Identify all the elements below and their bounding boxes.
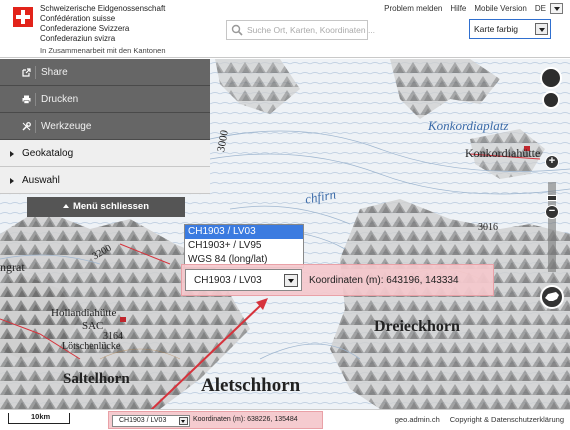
switzerland-icon: [545, 292, 559, 301]
footer-coordinates-readout: Koordinaten (m): 638226, 135484: [193, 416, 298, 423]
search-icon: [231, 24, 243, 36]
confederation-name-fr: Confédération suisse: [40, 14, 116, 23]
coordinates-readout: Koordinaten (m): 643196, 143334: [309, 275, 459, 286]
help-link[interactable]: Hilfe: [450, 4, 466, 13]
scale-bar: 10km: [8, 412, 70, 424]
hut-marker: [120, 317, 126, 322]
menu-section-label: Geokatalog: [22, 148, 74, 159]
confederation-name-de: Schweizerische Eidgenossenschaft: [40, 4, 166, 13]
menu-item-label: Werkzeuge: [41, 121, 92, 132]
background-layer-select[interactable]: Karte farbig: [469, 19, 551, 39]
footer: 10km CH1903 / LV03 Koordinaten (m): 6382…: [0, 409, 570, 430]
geolocation-button[interactable]: [542, 91, 560, 109]
menu-item-tools[interactable]: Werkzeuge: [0, 113, 210, 140]
chevron-down-icon: [284, 274, 298, 287]
map-label-saltelhorn: Saltelhorn: [63, 371, 130, 387]
map-label-aletschhorn: Aletschhorn: [201, 375, 301, 396]
chevron-right-icon: [10, 151, 14, 157]
menu-item-print[interactable]: Drucken: [0, 86, 210, 113]
header-subtitle: In Zusammenarbeit mit den Kantonen: [40, 46, 166, 55]
swiss-cross-logo[interactable]: [13, 7, 33, 27]
print-icon: [22, 95, 31, 104]
menu-item-share[interactable]: Share: [0, 59, 210, 86]
close-menu-label: Menü schliessen: [72, 201, 150, 212]
menu-section-label: Auswahl: [22, 175, 60, 186]
language-label[interactable]: DE: [535, 4, 546, 13]
header: Schweizerische Eidgenossenschaft Confédé…: [0, 0, 570, 58]
chevron-right-icon: [10, 178, 14, 184]
search-input[interactable]: Suche Ort, Karten, Koordinaten ...: [226, 20, 375, 40]
mobile-version-link[interactable]: Mobile Version: [474, 4, 526, 13]
copyright-link[interactable]: Copyright & Datenschutzerklärung: [450, 415, 564, 424]
side-menu: Share Drucken Werkzeuge Geokatalog Auswa…: [0, 59, 210, 217]
zoom-in-button[interactable]: +: [545, 155, 559, 169]
confederation-name-it: Confederazione Svizzera: [40, 24, 130, 33]
map-label-hollandia-2: SAC: [82, 320, 104, 332]
zoom-out-button[interactable]: −: [545, 205, 559, 219]
map-label-konkordiahutte: Konkordiahütte: [465, 146, 541, 160]
projection-select[interactable]: CH1903 / LV03: [185, 269, 302, 291]
projection-option[interactable]: CH1903+ / LV95: [185, 239, 303, 253]
map-label-konkordiaplatz: Konkordiaplatz: [428, 118, 509, 133]
map-label-ngrat: ngrat: [0, 260, 25, 274]
close-menu-button[interactable]: Menü schliessen: [27, 197, 185, 217]
confederation-name-rm: Confederaziun svizra: [40, 34, 116, 43]
menu-item-label: Share: [41, 67, 68, 78]
tools-icon: [22, 122, 31, 131]
chevron-up-icon: [62, 204, 69, 209]
map-label-hollandia-1: Hollandiahütte: [51, 307, 117, 319]
chevron-down-icon: [535, 23, 548, 35]
projection-select-value: CH1903 / LV03: [194, 275, 262, 286]
chevron-down-icon: [179, 417, 188, 425]
report-problem-link[interactable]: Problem melden: [384, 4, 442, 13]
coordinates-panel: CH1903 / LV03 Koordinaten (m): 643196, 1…: [181, 264, 494, 296]
footer-coordinates-panel: CH1903 / LV03 Koordinaten (m): 638226, 1…: [108, 411, 323, 429]
compass-button[interactable]: [540, 67, 562, 89]
footer-projection-value: CH1903 / LV03: [119, 417, 167, 424]
zoom-slider-handle[interactable]: [547, 195, 557, 201]
menu-section-geokatalog[interactable]: Geokatalog: [0, 140, 210, 167]
map-label-dreieckhorn: Dreieckhorn: [374, 318, 460, 335]
map-label-lotschenlucke: Lötschenlücke: [62, 341, 121, 352]
menu-item-label: Drucken: [41, 94, 79, 105]
projection-option[interactable]: CH1903 / LV03: [185, 225, 303, 239]
share-icon: [22, 68, 31, 77]
search-placeholder: Suche Ort, Karten, Koordinaten ...: [247, 25, 376, 35]
domain-link[interactable]: geo.admin.ch: [395, 415, 440, 424]
footer-projection-select[interactable]: CH1903 / LV03: [112, 415, 190, 427]
confederation-names: Schweizerische Eidgenossenschaft Confédé…: [40, 4, 165, 44]
menu-section-auswahl[interactable]: Auswahl: [0, 167, 210, 194]
map-label-elev-3016: 3016: [478, 222, 498, 233]
background-layer-value: Karte farbig: [474, 24, 518, 34]
top-links: Problem melden Hilfe Mobile Version DE: [384, 4, 546, 13]
projection-dropdown-list: CH1903 / LV03 CH1903+ / LV95 WGS 84 (lon…: [184, 224, 304, 268]
zoom-to-switzerland-button[interactable]: [540, 285, 564, 309]
scale-label: 10km: [31, 412, 51, 421]
language-dropdown-button[interactable]: [550, 3, 563, 14]
footer-links: geo.admin.ch Copyright & Datenschutzerkl…: [395, 415, 564, 424]
